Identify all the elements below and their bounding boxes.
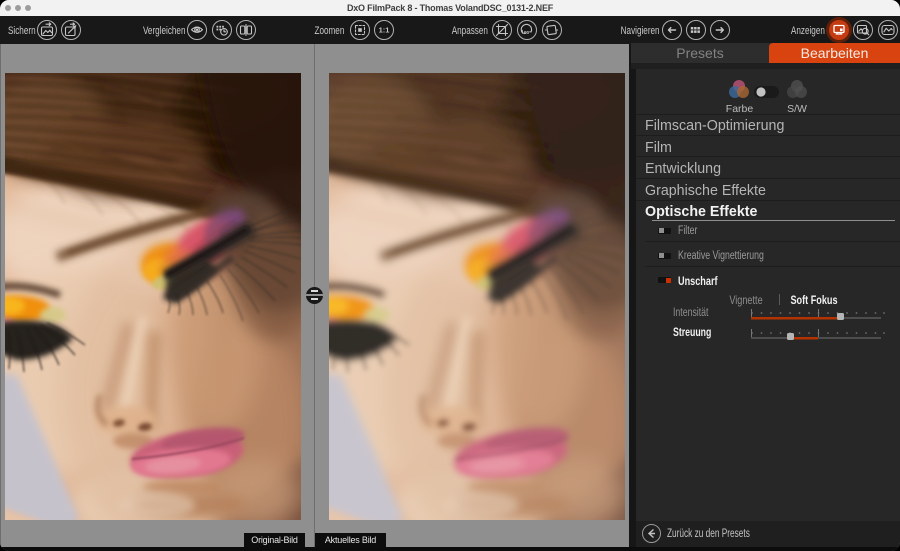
svg-text:90°: 90° [524, 30, 531, 35]
svg-text:1:1: 1:1 [379, 26, 390, 35]
